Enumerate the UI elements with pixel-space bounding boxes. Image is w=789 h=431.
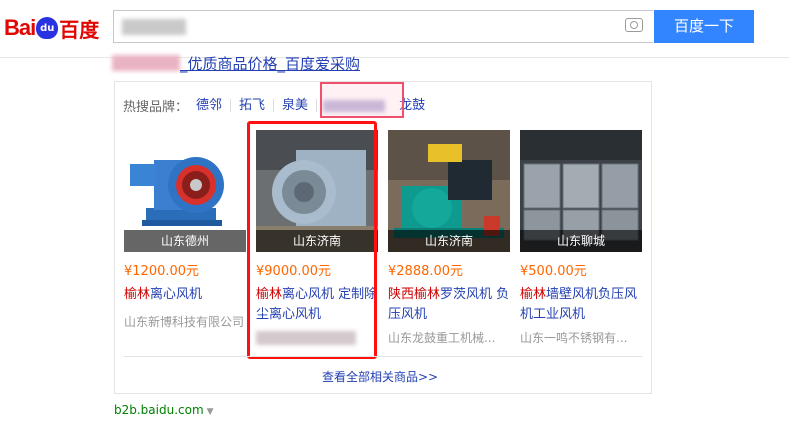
product-name-rest: 离心风机 bbox=[150, 287, 203, 302]
product-image[interactable]: 山东德州 bbox=[124, 130, 246, 252]
product-price: ¥1200.00元 bbox=[124, 264, 200, 279]
logo-text-bai: Bai bbox=[4, 15, 36, 40]
result-url-text: b2b.baidu.com bbox=[114, 403, 204, 417]
product-image[interactable]: 山东济南 bbox=[388, 130, 510, 252]
camera-icon[interactable] bbox=[625, 18, 643, 32]
brand-highlight-box bbox=[320, 82, 404, 118]
blurred-title-prefix bbox=[112, 55, 180, 71]
hot-brands-label: 热搜品牌： bbox=[123, 100, 189, 115]
paw-icon: du bbox=[36, 17, 59, 39]
product-name[interactable]: 陕西榆林罗茨风机 负压风机 bbox=[388, 285, 510, 325]
product-name-highlight: 陕西榆林 bbox=[388, 287, 441, 302]
search-input[interactable] bbox=[113, 10, 653, 43]
product-price: ¥2888.00元 bbox=[388, 264, 464, 279]
product-shop[interactable]: 山东一鸣不锈钢有... bbox=[520, 329, 642, 346]
product-image[interactable]: 山东聊城 bbox=[520, 130, 642, 252]
baidu-logo[interactable]: Bai du 百度 bbox=[4, 10, 99, 46]
product-item[interactable]: 山东济南 ¥2888.00元 陕西榆林罗茨风机 负压风机 山东龙鼓重工机械... bbox=[388, 130, 510, 346]
product-shop[interactable]: 山东新博科技有限公司 bbox=[124, 313, 246, 330]
search-button[interactable]: 百度一下 bbox=[654, 10, 754, 43]
result-title-link[interactable]: _优质商品价格_百度爱采购 bbox=[180, 53, 360, 74]
brand-link-1[interactable]: 德邻 bbox=[188, 99, 232, 112]
product-item[interactable]: 山东聊城 ¥500.00元 榆林墙壁风机负压风机工业风机 山东一鸣不锈钢有... bbox=[520, 130, 642, 346]
more-products-link[interactable]: 查看全部相关商品>> bbox=[322, 368, 438, 385]
product-price: ¥500.00元 bbox=[520, 264, 587, 279]
product-shop[interactable]: 山东龙鼓重工机械... bbox=[388, 329, 510, 346]
product-location: 山东德州 bbox=[124, 230, 246, 252]
product-name[interactable]: 榆林离心风机 bbox=[124, 285, 246, 305]
product-name-highlight: 榆林 bbox=[124, 287, 151, 302]
highlight-frame bbox=[247, 121, 377, 359]
chevron-down-icon[interactable]: ▼ bbox=[207, 407, 214, 417]
product-name-highlight: 榆林 bbox=[520, 287, 547, 302]
logo-text-cn: 百度 bbox=[59, 17, 100, 42]
product-location: 山东济南 bbox=[388, 230, 510, 252]
card-divider bbox=[124, 356, 642, 357]
product-name[interactable]: 榆林墙壁风机负压风机工业风机 bbox=[520, 285, 642, 325]
brand-link-2[interactable]: 拓飞 bbox=[231, 99, 275, 112]
result-url[interactable]: b2b.baidu.com ▼ bbox=[114, 403, 214, 417]
blurred-query bbox=[122, 19, 186, 35]
product-location: 山东聊城 bbox=[520, 230, 642, 252]
product-item[interactable]: 山东德州 ¥1200.00元 榆林离心风机 山东新博科技有限公司 bbox=[124, 130, 246, 330]
brand-link-3[interactable]: 泉美 bbox=[274, 99, 318, 112]
